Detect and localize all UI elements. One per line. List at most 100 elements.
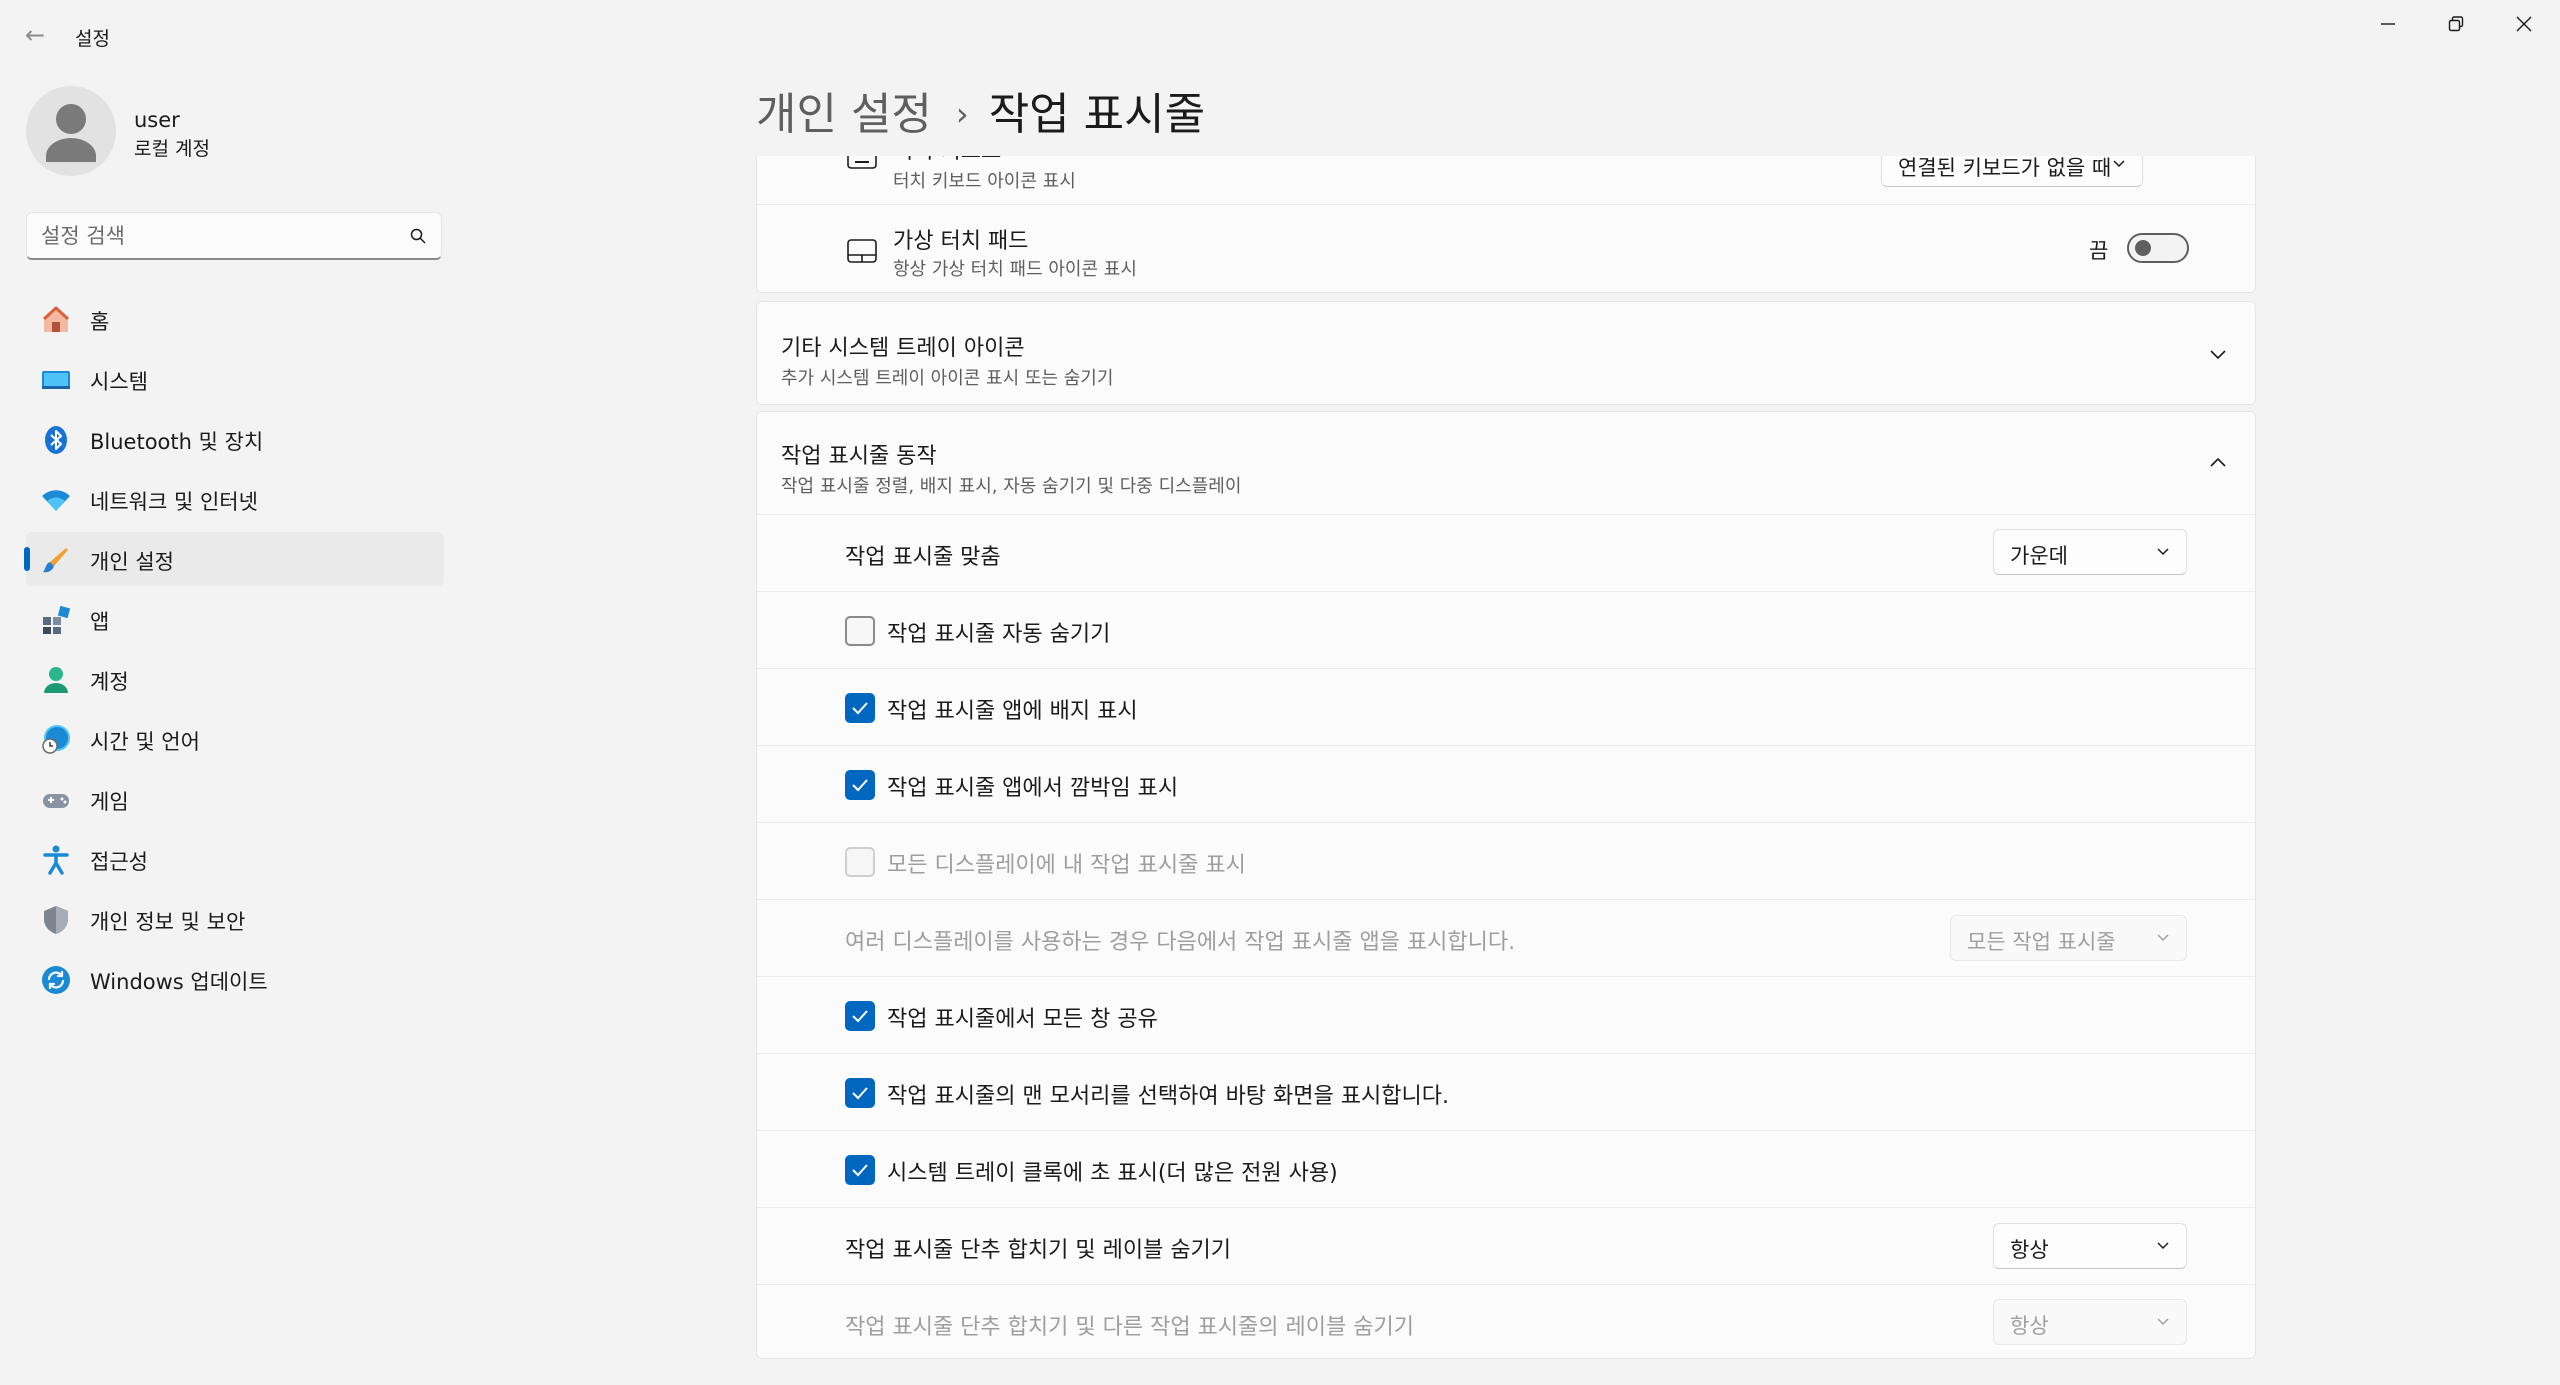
combine-other-dropdown[interactable]: 항상 [1993,1299,2187,1345]
chevron-down-icon [2113,160,2125,168]
keyboard-icon [847,156,877,169]
flashing-label: 작업 표시줄 앱에서 깜박임 표시 [887,776,1179,801]
touchpad-toggle-label: 끔 [2089,239,2109,263]
alignment-dropdown[interactable]: 가운데 [1993,529,2187,575]
combine-row: 작업 표시줄 단추 합치기 및 레이블 숨기기 항상 [757,1207,2255,1284]
chevron-up-icon[interactable] [2209,456,2227,468]
sidebar-item-label: 개인 설정 [90,550,174,574]
other-tray-subtitle: 추가 시스템 트레이 아이콘 표시 또는 숨기기 [781,368,1114,389]
alignment-value: 가운데 [2010,544,2068,568]
all-displays-label: 모든 디스플레이에 내 작업 표시줄 표시 [887,853,1246,878]
search-icon[interactable] [409,227,427,245]
combine-value: 항상 [2010,1238,2049,1262]
auto-hide-checkbox[interactable] [845,616,875,646]
other-tray-icons-card[interactable]: 기타 시스템 트레이 아이콘 추가 시스템 트레이 아이콘 표시 또는 숨기기 [756,301,2256,405]
sidebar-item-label: 계정 [90,670,129,694]
settings-content[interactable]: 터치 키보드 터치 키보드 아이콘 표시 연결된 키보드가 없을 때 가상 터치… [756,156,2256,1385]
account-type: 로컬 계정 [134,138,210,160]
all-displays-checkbox[interactable] [845,847,875,877]
bluetooth-icon [45,426,67,454]
touchpad-title: 가상 터치 패드 [893,229,1029,254]
multi-display-value: 모든 작업 표시줄 [1967,930,2116,954]
auto-hide-label: 작업 표시줄 자동 숨기기 [887,622,1111,647]
apps-icon [43,605,71,634]
combine-other-label: 작업 표시줄 단추 합치기 및 다른 작업 표시줄의 레이블 숨기기 [845,1315,1414,1340]
multi-display-row: 여러 디스플레이를 사용하는 경우 다음에서 작업 표시줄 앱을 표시합니다. … [757,899,2255,976]
back-button[interactable]: ← [20,20,50,50]
sidebar-item-windows-update[interactable]: Windows 업데이트 [26,952,444,1006]
sidebar-item-label: Bluetooth 및 장치 [90,430,264,454]
touchpad-toggle[interactable] [2127,233,2189,263]
title-bar: ← 설정 [0,0,2560,70]
sidebar-item-network[interactable]: 네트워크 및 인터넷 [26,472,444,526]
breadcrumb: 개인 설정 › 작업 표시줄 [756,78,1205,140]
far-corner-checkbox[interactable] [845,1078,875,1108]
user-name: user [134,108,180,132]
combine-label: 작업 표시줄 단추 합치기 및 레이블 숨기기 [845,1238,1232,1263]
behaviors-header[interactable]: 작업 표시줄 동작 작업 표시줄 정렬, 배지 표시, 자동 숨기기 및 다중 … [757,412,2255,514]
auto-hide-row: 작업 표시줄 자동 숨기기 [757,591,2255,668]
restore-button[interactable] [2430,8,2482,38]
share-window-checkbox[interactable] [845,1001,875,1031]
wifi-icon [42,490,70,511]
restore-icon [2448,16,2464,32]
sidebar-item-label: 개인 정보 및 보안 [90,910,246,934]
search-input[interactable] [41,221,381,251]
far-corner-label: 작업 표시줄의 맨 모서리를 선택하여 바탕 화면을 표시합니다. [887,1084,1449,1109]
sidebar-item-home[interactable]: 홈 [26,292,444,346]
sidebar-item-system[interactable]: 시스템 [26,352,444,406]
close-icon [2516,16,2532,32]
checkmark-icon [852,1010,868,1023]
chevron-down-icon [2157,1242,2169,1250]
touch-keyboard-row: 터치 키보드 터치 키보드 아이콘 표시 연결된 키보드가 없을 때 [757,156,2255,204]
sidebar-item-personalization[interactable]: 개인 설정 [24,532,444,586]
sidebar-item-apps[interactable]: 앱 [26,592,444,646]
accessibility-icon [43,845,69,875]
badges-checkbox[interactable] [845,693,875,723]
share-window-label: 작업 표시줄에서 모든 창 공유 [887,1007,1158,1032]
combine-dropdown[interactable]: 항상 [1993,1223,2187,1269]
seconds-label: 시스템 트레이 클록에 초 표시(더 많은 전원 사용) [887,1161,1338,1186]
multi-display-label: 여러 디스플레이를 사용하는 경우 다음에서 작업 표시줄 앱을 표시합니다. [845,930,1516,955]
sidebar-item-gaming[interactable]: 게임 [26,772,444,826]
toggle-knob [2135,240,2151,256]
sidebar-item-time-language[interactable]: 시간 및 언어 [26,712,444,766]
chevron-down-icon [2157,934,2169,942]
sidebar-item-accessibility[interactable]: 접근성 [26,832,444,886]
settings-search[interactable] [26,212,442,260]
touch-keyboard-subtitle: 터치 키보드 아이콘 표시 [893,171,1076,192]
touch-keyboard-title: 터치 키보드 [893,156,1001,165]
checkmark-icon [852,1164,868,1177]
breadcrumb-parent[interactable]: 개인 설정 [756,89,932,140]
checkmark-icon [852,1087,868,1100]
flashing-checkbox[interactable] [845,770,875,800]
user-profile[interactable]: user 로컬 계정 [26,86,466,176]
seconds-checkbox[interactable] [845,1155,875,1185]
badges-label: 작업 표시줄 앱에 배지 표시 [887,699,1138,724]
gamepad-icon [43,794,69,808]
all-displays-row: 모든 디스플레이에 내 작업 표시줄 표시 [757,822,2255,899]
combine-other-row: 작업 표시줄 단추 합치기 및 다른 작업 표시줄의 레이블 숨기기 항상 [757,1284,2255,1360]
touch-keyboard-dropdown[interactable]: 연결된 키보드가 없을 때 [1881,156,2143,187]
other-tray-title: 기타 시스템 트레이 아이콘 [781,336,1025,361]
minimize-button[interactable] [2362,8,2414,38]
touch-keyboard-value: 연결된 키보드가 없을 때 [1898,156,2112,180]
sidebar-item-bluetooth[interactable]: Bluetooth 및 장치 [26,412,444,466]
taskbar-behaviors-card: 작업 표시줄 동작 작업 표시줄 정렬, 배지 표시, 자동 숨기기 및 다중 … [756,411,2256,1359]
badges-row: 작업 표시줄 앱에 배지 표시 [757,668,2255,745]
chevron-down-icon [2157,548,2169,556]
sidebar-item-accounts[interactable]: 계정 [26,652,444,706]
sidebar-item-privacy[interactable]: 개인 정보 및 보안 [26,892,444,946]
sidebar-item-label: Windows 업데이트 [90,970,268,994]
share-window-row: 작업 표시줄에서 모든 창 공유 [757,976,2255,1053]
far-corner-row: 작업 표시줄의 맨 모서리를 선택하여 바탕 화면을 표시합니다. [757,1053,2255,1130]
alignment-label: 작업 표시줄 맞춤 [845,545,1001,570]
sidebar-nav: 홈 시스템 Bluetooth 및 장치 네트워크 및 인터넷 개인 설정 앱 … [24,292,444,1012]
sidebar-item-label: 게임 [90,790,129,814]
brush-icon [43,548,68,573]
close-button[interactable] [2498,8,2550,38]
chevron-down-icon[interactable] [2209,348,2227,360]
system-icon [42,371,70,389]
multi-display-dropdown[interactable]: 모든 작업 표시줄 [1950,915,2187,961]
account-icon [44,667,68,693]
